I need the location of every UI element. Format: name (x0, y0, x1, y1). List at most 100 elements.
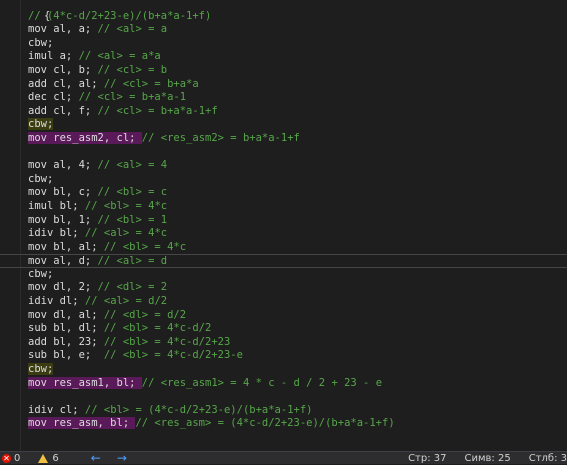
instruction: mov bl, c; (28, 186, 98, 199)
open-brace-line: { (28, 0, 567, 22)
code-line[interactable]: mov dl, al; // <dl> = d/2 (28, 309, 567, 323)
code-line-content: mov dl, 2; // <dl> = 2 (28, 281, 167, 293)
instruction: mov bl, al; (28, 240, 104, 253)
nav-forward-icon[interactable]: → (117, 451, 127, 465)
code-line[interactable]: // (4*c-d/2+23-e)/(b+a*a-1+f) (28, 10, 567, 24)
code-line[interactable]: mov res_asm, bl; // <res_asm> = (4*c-d/2… (28, 417, 567, 431)
instruction: cbw; (28, 36, 54, 49)
code-line-content: mov res_asm1, bl; (28, 376, 142, 389)
instruction: add bl, 23; (28, 335, 104, 348)
code-line[interactable]: mov dl, 2; // <dl> = 2 (28, 281, 567, 295)
code-line-content: mov al, 4; // <al> = 4 (28, 159, 167, 171)
comment: // <res_asm1> = 4 * c - d / 2 + 23 - e (141, 376, 383, 389)
comment: // <al> = a*a (78, 50, 161, 63)
instruction: cbw; (28, 118, 54, 131)
code-line-content: mov bl, c; // <bl> = c (28, 186, 167, 198)
comment: // <bl> = (4*c-d/2+23-e)/(b+a*a-1+f) (84, 403, 313, 416)
comment: // <al> = 4 (97, 159, 168, 172)
code-line[interactable]: idiv cl; // <bl> = (4*c-d/2+23-e)/(b+a*a… (28, 404, 567, 418)
code-line[interactable]: mov res_asm2, cl; // <res_asm2> = b+a*a-… (28, 131, 567, 146)
instruction: idiv cl; (28, 403, 85, 416)
warning-count-text: 6 (52, 452, 59, 464)
code-line-content: dec cl; // <cl> = b+a*a-1 (28, 91, 186, 103)
code-line-content: mov al, a; // <al> = a (28, 23, 167, 35)
code-line-content: mov dl, al; // <dl> = d/2 (28, 309, 186, 321)
code-line-content: sub bl, dl; // <bl> = 4*c-d/2 (28, 322, 211, 334)
comment: // <dl> = d/2 (103, 308, 187, 321)
code-lines: // (4*c-d/2+23-e)/(b+a*a-1+f) mov al, a; … (0, 10, 567, 431)
code-line-content: cbw; (28, 268, 53, 280)
code-line[interactable]: mov res_asm1, bl; // <res_asm1> = 4 * c … (28, 376, 567, 391)
instruction: sub bl, dl; (28, 322, 104, 335)
comment: // <bl> = c (97, 186, 168, 199)
code-line[interactable]: add bl, 23; // <bl> = 4*c-d/2+23 (28, 336, 567, 350)
code-line[interactable] (28, 390, 567, 404)
column-indicator: Стлб: 3 (528, 452, 567, 464)
code-line-content: mov cl, b; // <cl> = b (28, 64, 167, 76)
code-editor[interactable]: { // (4*c-d/2+23-e)/(b+a*a-1+f) mov al, a… (0, 0, 567, 452)
instruction: mov dl, al; (28, 308, 104, 321)
code-line-content: add cl, f; // <cl> = b+a*a-1+f (28, 105, 218, 117)
code-line[interactable]: cbw; (28, 37, 567, 51)
code-line-content: mov res_asm2, cl; (28, 131, 142, 144)
warning-icon (38, 453, 49, 463)
code-line-content: idiv bl; // <al> = 4*c (28, 227, 167, 239)
instruction: cbw; (28, 172, 54, 185)
code-line-content: mov al, d; // <al> = d (28, 255, 167, 267)
instruction: mov dl, 2; (28, 281, 98, 294)
code-area[interactable]: { // (4*c-d/2+23-e)/(b+a*a-1+f) mov al, a… (0, 0, 567, 431)
comment: // <bl> = 4*c-d/2+23 (103, 335, 231, 348)
code-line[interactable]: cbw; (28, 118, 567, 132)
code-line-content: cbw; (28, 37, 53, 49)
instruction: mov al, d; (28, 255, 98, 268)
code-line[interactable]: mov bl, c; // <bl> = c (28, 186, 567, 200)
comment: // <bl> = 4*c (103, 240, 187, 253)
code-line[interactable]: add cl, al; // <cl> = b+a*a (28, 78, 567, 92)
comment: // <cl> = b+a*a (103, 77, 199, 90)
code-line[interactable]: sub bl, e; // <bl> = 4*c-d/2+23-e (28, 349, 567, 363)
code-line[interactable]: imul bl; // <bl> = 4*c (28, 200, 567, 214)
comment: // <cl> = b (97, 63, 168, 76)
code-line[interactable]: mov cl, b; // <cl> = b (28, 64, 567, 78)
line-indicator: Стр: 37 (408, 452, 447, 464)
code-line[interactable]: mov al, d; // <al> = d (0, 254, 567, 268)
code-line[interactable]: add cl, f; // <cl> = b+a*a-1+f (28, 105, 567, 119)
code-line[interactable]: mov bl, 1; // <bl> = 1 (28, 214, 567, 228)
code-line[interactable]: dec cl; // <cl> = b+a*a-1 (28, 91, 567, 105)
comment: // <al> = d (97, 255, 168, 268)
code-line-content: imul bl; // <bl> = 4*c (28, 200, 167, 212)
instruction: mov res_asm1, bl; (28, 376, 142, 389)
code-line[interactable]: cbw; (28, 173, 567, 187)
code-line[interactable]: sub bl, dl; // <bl> = 4*c-d/2 (28, 322, 567, 336)
comment: // <al> = 4*c (84, 227, 168, 240)
comment: // <dl> = 2 (97, 281, 168, 294)
comment: // (4*c-d/2+23-e)/(b+a*a-1+f) (28, 9, 212, 22)
instruction: add cl, al; (28, 77, 104, 90)
instruction: mov res_asm, bl; (28, 417, 136, 430)
code-line[interactable]: idiv dl; // <al> = d/2 (28, 295, 567, 309)
comment: // <bl> = 4*c-d/2 (103, 322, 212, 335)
instruction: mov cl, b; (28, 63, 98, 76)
code-line[interactable]: mov al, a; // <al> = a (28, 23, 567, 37)
comment: // <al> = d/2 (84, 295, 168, 308)
comment: // <bl> = 4*c-d/2+23-e (103, 349, 243, 362)
code-line[interactable]: mov bl, al; // <bl> = 4*c (28, 241, 567, 255)
code-line[interactable]: mov al, 4; // <al> = 4 (28, 159, 567, 173)
code-line-content: mov bl, al; // <bl> = 4*c (28, 241, 186, 253)
code-line[interactable]: cbw; (28, 268, 567, 282)
nav-back-icon[interactable]: ← (91, 451, 101, 465)
code-line-content: cbw; (28, 173, 53, 185)
instruction: mov res_asm2, cl; (28, 131, 142, 144)
warning-count[interactable]: 6 (28, 452, 59, 464)
code-line[interactable]: cbw; (28, 363, 567, 377)
code-line[interactable]: idiv bl; // <al> = 4*c (28, 227, 567, 241)
error-icon: ✕ (2, 453, 11, 463)
code-line-content: cbw; (28, 118, 54, 131)
error-count-text: 0 (14, 452, 21, 464)
instruction: idiv bl; (28, 227, 85, 240)
code-line[interactable] (28, 146, 567, 160)
instruction: imul bl; (28, 199, 85, 212)
comment: // <bl> = 1 (97, 213, 168, 226)
code-line[interactable]: imul a; // <al> = a*a (28, 50, 567, 64)
error-count[interactable]: ✕ 0 (0, 452, 20, 464)
